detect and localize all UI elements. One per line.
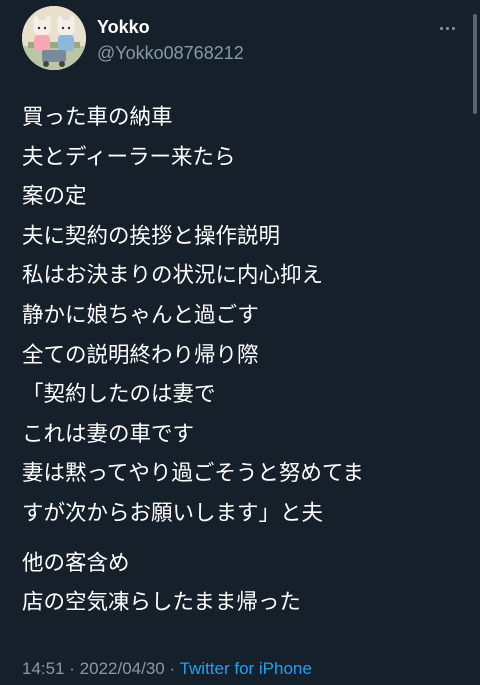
- tweet-source-link[interactable]: Twitter for iPhone: [180, 659, 312, 678]
- tweet-time[interactable]: 14:51: [22, 659, 65, 678]
- tweet-text-line: 店の空気凍らしたまま帰った: [22, 590, 301, 616]
- tweet-detail: Yokko @Yokko08768212 買った車の納車 夫とディーラー来たら …: [0, 0, 480, 685]
- tweet-text-line: 「契約したのは妻で: [22, 382, 216, 408]
- display-name[interactable]: Yokko: [97, 16, 244, 38]
- tweet-text-line: 静かに娘ちゃんと過ごす: [22, 302, 259, 328]
- tweet-text-line: 他の客含め: [22, 550, 130, 576]
- tweet-text-line: 妻は黙ってやり過ごそうと努めてま: [22, 461, 364, 487]
- tweet-text-line: 夫とディーラー来たら: [22, 144, 236, 170]
- more-options-button[interactable]: [432, 18, 462, 38]
- tweet-header: Yokko @Yokko08768212: [22, 6, 462, 72]
- tweet-text-line: 案の定: [22, 184, 87, 210]
- scrollbar[interactable]: [473, 14, 477, 114]
- meta-separator: ·: [164, 659, 180, 678]
- tweet-date[interactable]: 2022/04/30: [80, 659, 165, 678]
- tweet-paragraph: 買った車の納車 夫とディーラー来たら 案の定 夫に契約の挨拶と操作説明 私はお決…: [22, 98, 467, 534]
- tweet-text-line: これは妻の車です: [22, 421, 195, 447]
- user-handle[interactable]: @Yokko08768212: [97, 42, 244, 64]
- tweet-text: 買った車の納車 夫とディーラー来たら 案の定 夫に契約の挨拶と操作説明 私はお決…: [22, 98, 467, 623]
- tweet-text-line: すが次からお願いします」と夫: [22, 500, 324, 526]
- tweet-text-line: 夫に契約の挨拶と操作説明: [22, 223, 281, 249]
- avatar[interactable]: [22, 6, 86, 70]
- tweet-text-line: 私はお決まりの状況に内心抑え: [22, 263, 324, 289]
- meta-separator: ·: [64, 659, 80, 678]
- user-names: Yokko @Yokko08768212: [97, 16, 244, 64]
- tweet-text-line: 全ての説明終わり帰り際: [22, 342, 259, 368]
- more-horizontal-icon: [439, 26, 443, 30]
- avatar-image: [22, 6, 86, 70]
- tweet-paragraph: 他の客含め 店の空気凍らしたまま帰った: [22, 544, 467, 623]
- more-horizontal-icon: [451, 26, 455, 30]
- tweet-text-line: 買った車の納車: [22, 105, 173, 130]
- tweet-meta: 14:51 · 2022/04/30 · Twitter for iPhone: [22, 658, 312, 680]
- more-horizontal-icon: [445, 26, 449, 30]
